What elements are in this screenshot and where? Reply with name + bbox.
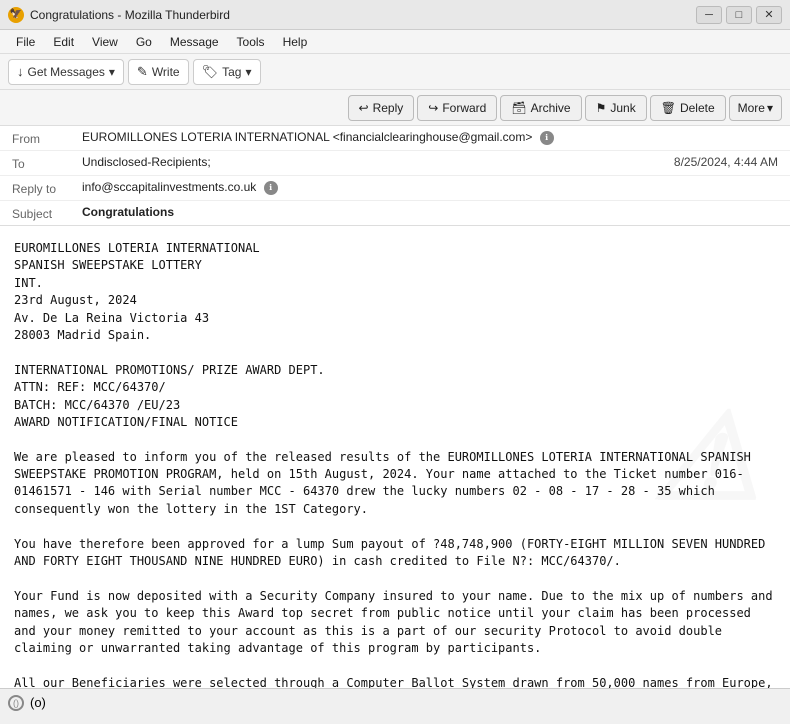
archive-label: Archive	[531, 101, 571, 115]
archive-button[interactable]: 🗃 Archive	[500, 95, 581, 121]
replyto-label: Reply to	[12, 180, 82, 196]
status-icon-symbol: ()	[13, 698, 19, 708]
status-bar: () (o)	[0, 688, 790, 716]
write-icon: ✎	[137, 64, 148, 80]
tag-label: Tag	[222, 65, 241, 79]
subject-value: Congratulations	[82, 205, 778, 219]
menu-edit[interactable]: Edit	[45, 33, 82, 51]
replyto-security-icon: ℹ	[264, 181, 278, 195]
delete-button[interactable]: 🗑 Delete	[650, 95, 726, 121]
toolbar: ↓ Get Messages ▾ ✎ Write 🏷 Tag ▾	[0, 54, 790, 90]
tag-dropdown-icon: ▾	[245, 65, 251, 79]
reply-button[interactable]: ↩ Reply	[348, 95, 415, 121]
reply-icon: ↩	[359, 101, 369, 115]
tag-icon: 🏷	[202, 64, 219, 80]
junk-button[interactable]: ⚑ Junk	[585, 95, 647, 121]
menu-go[interactable]: Go	[128, 33, 160, 51]
write-label: Write	[152, 65, 180, 79]
forward-button[interactable]: ↪ Forward	[417, 95, 497, 121]
from-address: EUROMILLONES LOTERIA INTERNATIONAL <fina…	[82, 130, 532, 144]
get-messages-button[interactable]: ↓ Get Messages ▾	[8, 59, 124, 85]
app-icon: 🦅	[8, 7, 24, 23]
to-row: To Undisclosed-Recipients; 8/25/2024, 4:…	[0, 151, 790, 176]
to-value: Undisclosed-Recipients;	[82, 155, 674, 169]
more-dropdown-icon: ▾	[767, 101, 773, 115]
title-bar: 🦅 Congratulations - Mozilla Thunderbird …	[0, 0, 790, 30]
tag-button[interactable]: 🏷 Tag ▾	[193, 59, 261, 85]
get-messages-icon: ↓	[17, 64, 24, 79]
menu-help[interactable]: Help	[275, 33, 316, 51]
status-text: (o)	[30, 695, 46, 710]
replyto-value: info@sccapitalinvestments.co.uk ℹ	[82, 180, 778, 195]
more-button[interactable]: More ▾	[729, 95, 782, 121]
email-headers: From EUROMILLONES LOTERIA INTERNATIONAL …	[0, 126, 790, 226]
action-bar: ↩ Reply ↪ Forward 🗃 Archive ⚑ Junk 🗑 Del…	[0, 90, 790, 126]
junk-icon: ⚑	[596, 101, 607, 115]
subject-label: Subject	[12, 205, 82, 221]
email-body: ⚠ EUROMILLONES LOTERIA INTERNATIONAL SPA…	[0, 226, 790, 688]
to-label: To	[12, 155, 82, 171]
replyto-address: info@sccapitalinvestments.co.uk	[82, 180, 256, 194]
replyto-row: Reply to info@sccapitalinvestments.co.uk…	[0, 176, 790, 201]
reply-label: Reply	[373, 101, 404, 115]
delete-icon: 🗑	[661, 101, 676, 115]
menu-message[interactable]: Message	[162, 33, 227, 51]
junk-label: Junk	[610, 101, 635, 115]
get-messages-label: Get Messages	[28, 65, 105, 79]
menu-view[interactable]: View	[84, 33, 126, 51]
more-label: More	[738, 101, 765, 115]
from-row: From EUROMILLONES LOTERIA INTERNATIONAL …	[0, 126, 790, 151]
status-icon: ()	[8, 695, 24, 711]
title-bar-left: 🦅 Congratulations - Mozilla Thunderbird	[8, 7, 230, 23]
from-security-icon: ℹ	[540, 131, 554, 145]
email-date: 8/25/2024, 4:44 AM	[674, 155, 778, 169]
menu-tools[interactable]: Tools	[229, 33, 273, 51]
subject-row: Subject Congratulations	[0, 201, 790, 225]
get-messages-dropdown-icon: ▾	[109, 65, 115, 79]
close-button[interactable]: ✕	[756, 6, 782, 24]
from-label: From	[12, 130, 82, 146]
minimize-button[interactable]: ─	[696, 6, 722, 24]
archive-icon: 🗃	[511, 101, 526, 115]
window-title: Congratulations - Mozilla Thunderbird	[30, 8, 230, 22]
forward-label: Forward	[442, 101, 486, 115]
write-button[interactable]: ✎ Write	[128, 59, 189, 85]
menu-file[interactable]: File	[8, 33, 43, 51]
menu-bar: File Edit View Go Message Tools Help	[0, 30, 790, 54]
window-controls: ─ □ ✕	[696, 6, 782, 24]
email-body-text: EUROMILLONES LOTERIA INTERNATIONAL SPANI…	[14, 240, 776, 688]
forward-icon: ↪	[428, 101, 438, 115]
from-value: EUROMILLONES LOTERIA INTERNATIONAL <fina…	[82, 130, 778, 145]
delete-label: Delete	[680, 101, 715, 115]
maximize-button[interactable]: □	[726, 6, 752, 24]
